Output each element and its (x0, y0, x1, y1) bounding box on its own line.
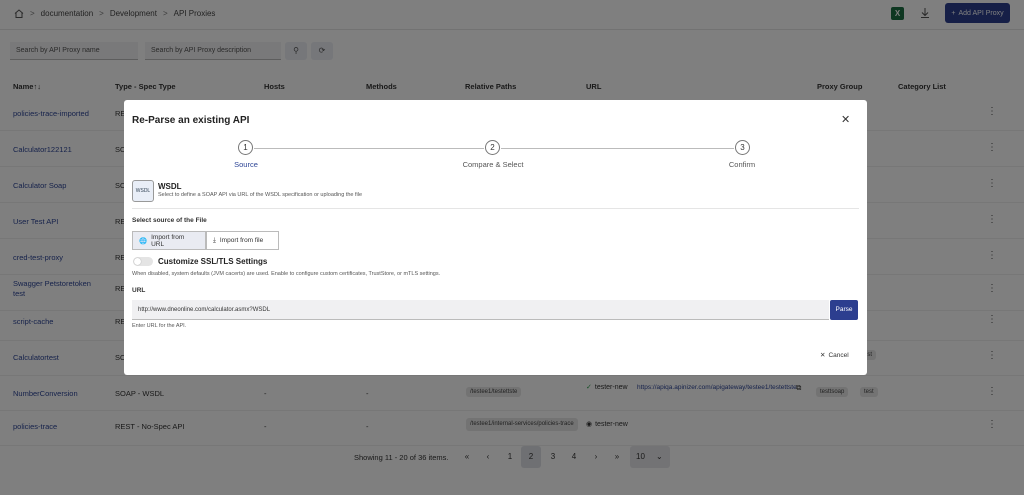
divider (132, 208, 859, 209)
url-input[interactable]: http://www.dneonline.com/calculator.asmx… (132, 300, 829, 320)
wsdl-icon: WSDL (132, 180, 154, 202)
modal-title: Re-Parse an existing API (132, 115, 250, 126)
ssl-title: Customize SSL/TLS Settings (158, 257, 268, 266)
close-icon: ✕ (820, 352, 826, 359)
close-icon[interactable]: ✕ (841, 113, 850, 126)
wsdl-title: WSDL (158, 182, 182, 191)
step-2-label: Compare & Select (462, 160, 524, 169)
ssl-description: When disabled, system defaults (JVM cace… (132, 271, 441, 277)
stepper-line (254, 148, 484, 149)
import-from-file-button[interactable]: ⤓ Import from file (206, 231, 279, 250)
step-3-circle: 3 (735, 140, 750, 155)
upload-icon: ⤓ (213, 236, 216, 244)
reparse-modal: Re-Parse an existing API ✕ 1 2 3 Source … (124, 100, 867, 375)
url-label: URL (132, 287, 146, 294)
cancel-button[interactable]: ✕ Cancel (820, 351, 849, 360)
step-1-label: Source (234, 160, 258, 169)
stepper-line (501, 148, 734, 149)
wsdl-description: Select to define a SOAP API via URL of t… (158, 192, 363, 198)
parse-button[interactable]: Parse (830, 300, 858, 320)
url-hint: Enter URL for the API. (132, 323, 187, 329)
step-2-circle: 2 (485, 140, 500, 155)
import-from-url-button[interactable]: 🌐 Import from URL (132, 231, 206, 250)
step-1-circle: 1 (238, 140, 253, 155)
globe-icon: 🌐 (139, 237, 148, 245)
step-3-label: Confirm (728, 160, 756, 169)
source-label: Select source of the File (132, 217, 207, 224)
ssl-toggle[interactable] (133, 257, 153, 266)
